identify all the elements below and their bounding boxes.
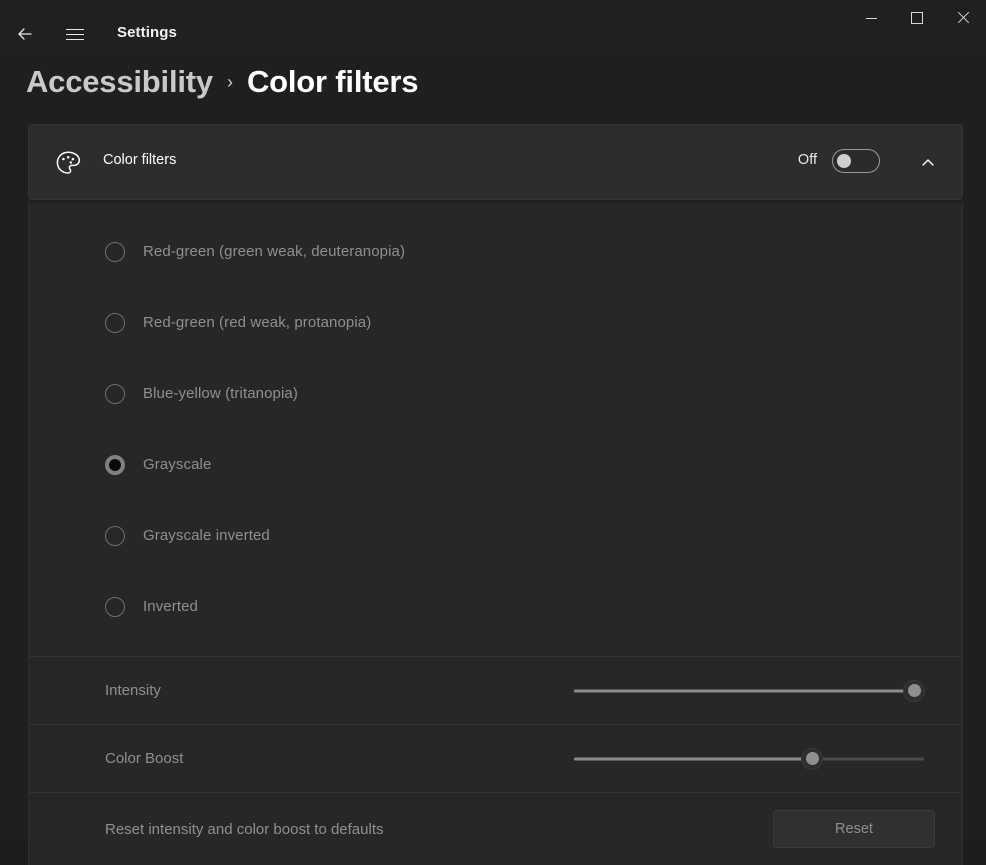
radio-label: Red-green (green weak, deuteranopia) bbox=[143, 243, 405, 260]
reset-row: Reset intensity and color boost to defau… bbox=[29, 793, 962, 865]
radio-circle bbox=[105, 313, 125, 333]
expander-collapse-button[interactable] bbox=[914, 149, 942, 177]
minimize-button[interactable] bbox=[848, 0, 894, 36]
radio-circle bbox=[105, 384, 125, 404]
chevron-up-icon bbox=[920, 155, 936, 171]
close-icon bbox=[957, 12, 969, 24]
close-button[interactable] bbox=[940, 0, 986, 36]
color-filters-expanded-content: Red-green (green weak, deuteranopia) Red… bbox=[28, 203, 963, 865]
settings-window: Settings Accessibility › Color filters bbox=[0, 0, 986, 839]
toggle-knob bbox=[837, 154, 851, 168]
breadcrumb-separator-icon: › bbox=[227, 72, 233, 93]
back-arrow-icon bbox=[15, 24, 35, 44]
radio-circle bbox=[105, 242, 125, 262]
radio-option-protanopia[interactable]: Red-green (red weak, protanopia) bbox=[29, 287, 962, 358]
color-boost-slider[interactable] bbox=[574, 743, 924, 775]
toggle-state-label: Off bbox=[798, 152, 817, 168]
back-button[interactable] bbox=[8, 17, 42, 51]
radio-option-deuteranopia[interactable]: Red-green (green weak, deuteranopia) bbox=[29, 216, 962, 287]
radio-label: Grayscale bbox=[143, 456, 211, 473]
radio-label: Inverted bbox=[143, 598, 198, 615]
color-boost-label: Color Boost bbox=[105, 750, 183, 767]
radio-circle bbox=[105, 526, 125, 546]
radio-label: Grayscale inverted bbox=[143, 527, 270, 544]
radio-option-inverted[interactable]: Inverted bbox=[29, 571, 962, 642]
radio-circle bbox=[105, 597, 125, 617]
intensity-label: Intensity bbox=[105, 682, 161, 699]
window-title: Settings bbox=[117, 24, 177, 41]
page-title: Color filters bbox=[247, 64, 418, 100]
reset-button[interactable]: Reset bbox=[773, 810, 935, 848]
title-bar: Settings bbox=[0, 0, 986, 56]
slider-thumb[interactable] bbox=[801, 748, 823, 770]
window-controls bbox=[848, 0, 986, 36]
navigation-menu-button[interactable] bbox=[58, 17, 92, 51]
color-palette-icon bbox=[51, 146, 85, 180]
radio-label: Red-green (red weak, protanopia) bbox=[143, 314, 371, 331]
slider-thumb[interactable] bbox=[903, 680, 925, 702]
radio-option-grayscale-inverted[interactable]: Grayscale inverted bbox=[29, 500, 962, 571]
slider-fill bbox=[574, 757, 812, 760]
reset-description: Reset intensity and color boost to defau… bbox=[105, 821, 384, 838]
radio-option-grayscale[interactable]: Grayscale bbox=[29, 429, 962, 500]
maximize-button[interactable] bbox=[894, 0, 940, 36]
expander-title: Color filters bbox=[103, 152, 176, 168]
breadcrumb-parent-accessibility[interactable]: Accessibility bbox=[26, 64, 213, 100]
radio-option-tritanopia[interactable]: Blue-yellow (tritanopia) bbox=[29, 358, 962, 429]
intensity-row: Intensity bbox=[29, 657, 962, 724]
intensity-slider[interactable] bbox=[574, 675, 914, 707]
radio-label: Blue-yellow (tritanopia) bbox=[143, 385, 298, 402]
color-boost-row: Color Boost bbox=[29, 725, 962, 792]
hamburger-icon-line3 bbox=[66, 39, 84, 40]
radio-circle-selected bbox=[105, 455, 125, 475]
color-filters-toggle[interactable] bbox=[832, 149, 880, 173]
minimize-icon bbox=[866, 18, 877, 19]
hamburger-icon-line2 bbox=[66, 34, 84, 35]
hamburger-icon bbox=[66, 29, 84, 30]
color-filters-expander-header[interactable]: Color filters Off bbox=[28, 124, 963, 200]
slider-fill bbox=[574, 689, 914, 692]
breadcrumb: Accessibility › Color filters bbox=[26, 64, 418, 100]
maximize-icon bbox=[911, 12, 923, 24]
color-filter-radio-group: Red-green (green weak, deuteranopia) Red… bbox=[29, 203, 962, 656]
